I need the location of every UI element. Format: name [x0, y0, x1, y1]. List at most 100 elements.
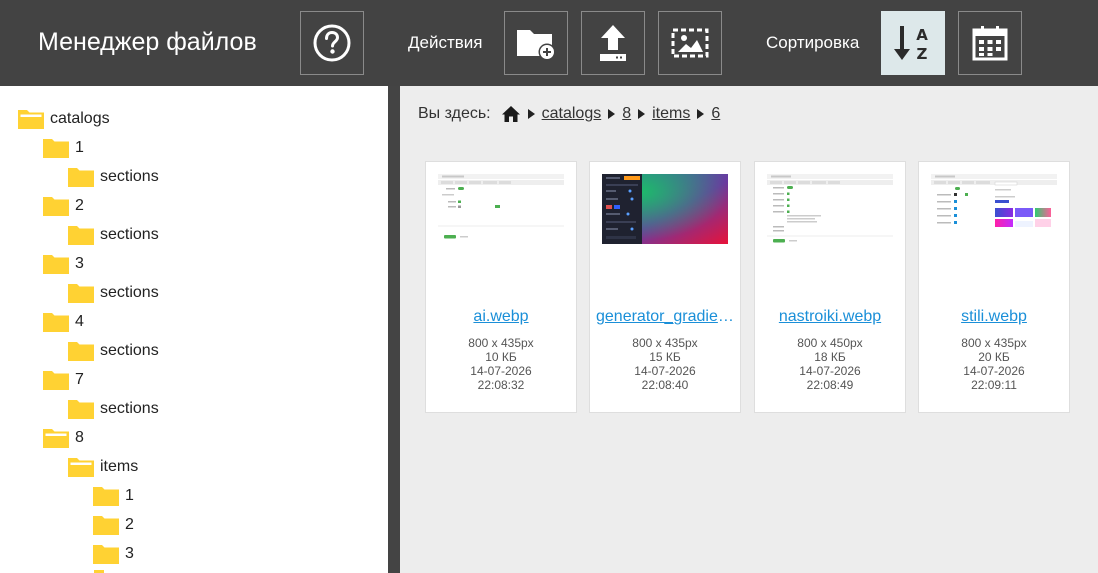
folder-icon: [43, 138, 69, 158]
folder-icon: [68, 225, 94, 245]
folder-icon: [68, 167, 94, 187]
tree-node-label: 2: [125, 516, 134, 533]
sort-date-button[interactable]: [958, 11, 1022, 75]
tree-node-label: 1: [125, 487, 134, 504]
file-name-link[interactable]: generator_gradient.webp: [596, 308, 734, 326]
folder-icon: [68, 283, 94, 303]
folder-icon: [43, 370, 69, 390]
tree-node[interactable]: sections: [68, 339, 159, 363]
folder-plus-icon: [517, 30, 556, 61]
file-card-ai[interactable]: ai.webp 800 x 435px 10 КБ 14-07-2026 22:…: [425, 161, 577, 413]
folder-open-icon: [43, 428, 69, 448]
folder-icon: [93, 544, 119, 564]
tree-node[interactable]: sections: [68, 223, 159, 247]
file-date: 14-07-2026: [470, 364, 532, 378]
folder-icon: [93, 515, 119, 535]
tree-node-label: 2: [75, 197, 84, 214]
file-card-generator-gradient[interactable]: generator_gradient.webp 800 x 435px 15 К…: [589, 161, 741, 413]
tree-node[interactable]: 8: [43, 426, 84, 450]
folder-icon: [43, 312, 69, 332]
tree-node-label: 8: [75, 429, 84, 446]
breadcrumb-item-6[interactable]: 6: [711, 105, 720, 123]
tree-node[interactable]: sections: [68, 397, 159, 421]
file-date: 14-07-2026: [963, 364, 1025, 378]
tree-node[interactable]: 3: [43, 252, 84, 276]
file-thumbnail[interactable]: [931, 174, 1057, 244]
folder-tree: catalogs 1 sections 2 sections 3 sections 4 sect…: [0, 86, 388, 573]
tree-node[interactable]: items: [68, 455, 138, 479]
folder-icon: [68, 341, 94, 361]
breadcrumb-separator-icon: [638, 109, 646, 119]
image-select-icon: [671, 28, 709, 58]
tree-node-label: items: [100, 458, 139, 475]
folder-icon: [68, 399, 94, 419]
tree-node-label: 3: [125, 545, 134, 562]
breadcrumb-item-catalogs[interactable]: catalogs: [542, 105, 602, 123]
file-dimensions: 800 x 435px: [632, 336, 698, 350]
file-time: 22:08:49: [806, 378, 854, 392]
file-card-stili[interactable]: stili.webp 800 x 435px 20 КБ 14-07-2026 …: [918, 161, 1070, 413]
question-circle-icon: [313, 24, 351, 62]
tree-node-label: 1: [75, 139, 84, 156]
breadcrumb-separator-icon: [697, 109, 705, 119]
sort-alpha-az-icon: A Z: [894, 26, 928, 63]
file-size: 15 КБ: [649, 350, 681, 364]
svg-text:A: A: [916, 26, 928, 44]
folder-icon: [93, 486, 119, 506]
folder-icon: [43, 196, 69, 216]
breadcrumb-prefix: Вы здесь:: [418, 105, 491, 122]
svg-text:Z: Z: [917, 45, 928, 63]
tree-node-label: sections: [100, 342, 159, 359]
file-size: 18 КБ: [814, 350, 846, 364]
tree-node[interactable]: 1: [43, 136, 84, 160]
breadcrumb-item-8[interactable]: 8: [622, 105, 631, 123]
tree-node[interactable]: sections: [68, 281, 159, 305]
file-card-nastroiki[interactable]: nastroiki.webp 800 x 450px 18 КБ 14-07-2…: [754, 161, 906, 413]
file-name-link[interactable]: ai.webp: [432, 308, 570, 326]
file-dimensions: 800 x 435px: [961, 336, 1027, 350]
panel-splitter[interactable]: [388, 86, 400, 573]
file-size: 10 КБ: [485, 350, 517, 364]
sort-alpha-button[interactable]: A Z: [881, 11, 945, 75]
tree-node[interactable]: 1: [93, 484, 134, 508]
tree-node-label: sections: [100, 400, 159, 417]
file-name-link[interactable]: nastroiki.webp: [761, 308, 899, 326]
tree-node-label: 3: [75, 255, 84, 272]
tree-node[interactable]: 7: [43, 368, 84, 392]
tree-node[interactable]: sections: [68, 165, 159, 189]
file-date: 14-07-2026: [799, 364, 861, 378]
tree-node-label: sections: [100, 168, 159, 185]
breadcrumb: Вы здесь: catalogs 8 items 6: [418, 103, 720, 125]
calendar-icon: [972, 26, 1008, 61]
file-time: 22:09:11: [971, 378, 1017, 392]
upload-icon: [600, 25, 626, 61]
home-icon[interactable]: [501, 105, 521, 123]
tree-node-label: sections: [100, 226, 159, 243]
breadcrumb-item-items[interactable]: items: [652, 105, 690, 123]
file-size: 20 КБ: [978, 350, 1010, 364]
app-header: Менеджер файлов Действия Сортировка A Z: [0, 0, 1098, 86]
file-dimensions: 800 x 435px: [468, 336, 534, 350]
tree-node[interactable]: catalogs: [18, 107, 110, 131]
breadcrumb-separator-icon: [608, 109, 616, 119]
app-title: Менеджер файлов: [38, 28, 257, 56]
file-name-link[interactable]: stili.webp: [925, 308, 1063, 326]
file-time: 22:08:32: [477, 378, 525, 392]
tree-node[interactable]: 3: [93, 542, 134, 566]
tree-node-label: 4: [75, 313, 84, 330]
upload-button[interactable]: [581, 11, 645, 75]
new-folder-button[interactable]: [504, 11, 568, 75]
help-button[interactable]: [300, 11, 364, 75]
tree-node[interactable]: 2: [93, 513, 134, 537]
tree-node-label: catalogs: [50, 110, 110, 127]
tree-node[interactable]: 2: [43, 194, 84, 218]
file-thumbnail[interactable]: [602, 174, 728, 244]
tree-node[interactable]: 4: [43, 310, 84, 334]
select-image-button[interactable]: [658, 11, 722, 75]
tree-node-label: 7: [75, 371, 84, 388]
file-time: 22:08:40: [641, 378, 689, 392]
file-browser: Вы здесь: catalogs 8 items 6 ai.webp 800…: [400, 86, 1098, 573]
folder-open-icon: [18, 109, 44, 129]
file-thumbnail[interactable]: [438, 174, 564, 244]
file-thumbnail[interactable]: [767, 174, 893, 244]
